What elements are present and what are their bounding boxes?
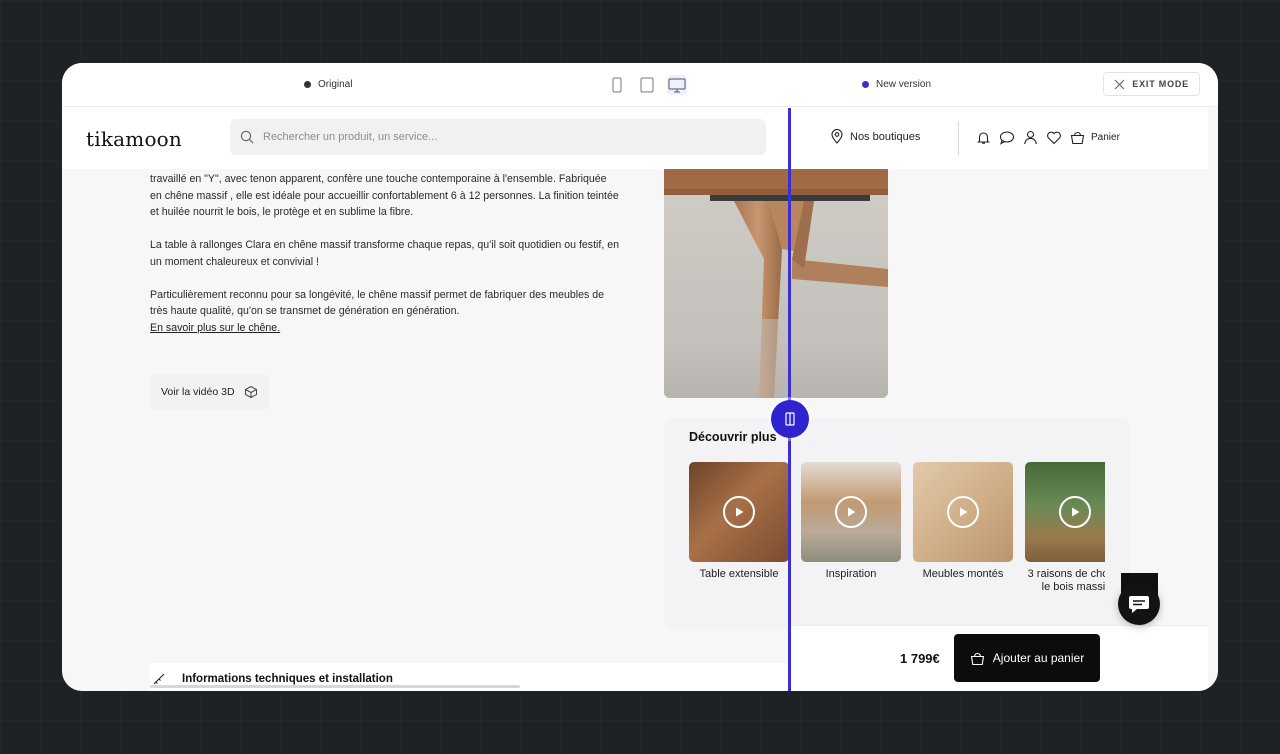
chat-support-button[interactable] bbox=[1118, 583, 1160, 625]
site-header: tikamoon Nos boutiques Panier bbox=[62, 107, 1208, 169]
search-bar[interactable] bbox=[230, 119, 766, 155]
scroll-progress-bar bbox=[150, 685, 520, 688]
play-icon bbox=[835, 496, 867, 528]
desktop-icon[interactable] bbox=[667, 75, 687, 95]
close-icon bbox=[1114, 79, 1125, 89]
ruler-icon bbox=[153, 673, 165, 685]
video-thumbnail bbox=[801, 462, 901, 562]
search-input[interactable] bbox=[263, 131, 743, 143]
compare-frame: Original New version EXIT MODE tikamoon bbox=[62, 63, 1218, 691]
video-thumbnail bbox=[913, 462, 1013, 562]
site-logo[interactable]: tikamoon bbox=[86, 127, 182, 151]
mobile-icon[interactable] bbox=[607, 75, 627, 95]
table-leg-photo bbox=[664, 169, 888, 398]
video-card-label: Meubles montés bbox=[922, 568, 1004, 580]
play-icon bbox=[947, 496, 979, 528]
description-paragraph: Particulièrement reconnu pour sa longévi… bbox=[150, 288, 605, 318]
play-icon bbox=[1059, 496, 1091, 528]
location-pin-icon bbox=[831, 129, 843, 144]
user-icon[interactable] bbox=[1023, 130, 1038, 145]
video-card-label: 3 raisons de choisir le bois massif bbox=[1027, 568, 1105, 593]
video-card-label: Table extensible bbox=[699, 568, 779, 580]
cube-3d-icon bbox=[244, 385, 257, 399]
video-thumbnail bbox=[1025, 462, 1105, 562]
new-version-dot bbox=[862, 81, 869, 88]
video-card[interactable]: Meubles montés bbox=[913, 462, 1013, 581]
video-thumbnail bbox=[689, 462, 789, 562]
play-icon bbox=[723, 496, 755, 528]
tablet-icon[interactable] bbox=[637, 75, 657, 95]
add-to-cart-button[interactable]: Ajouter au panier bbox=[954, 634, 1100, 682]
video-card-label: Inspiration bbox=[825, 568, 877, 580]
comparison-drag-handle[interactable] bbox=[771, 400, 809, 438]
description-paragraph: travaillé en "Y", avec tenon apparent, c… bbox=[150, 173, 619, 218]
discover-title: Découvrir plus bbox=[689, 430, 777, 444]
bell-icon[interactable] bbox=[976, 130, 991, 145]
compare-toolbar: Original New version EXIT MODE bbox=[62, 63, 1218, 107]
video-3d-button[interactable]: Voir la vidéo 3D bbox=[150, 374, 269, 410]
original-dot bbox=[304, 81, 311, 88]
stores-link[interactable]: Nos boutiques bbox=[831, 129, 920, 144]
exit-mode-button[interactable]: EXIT MODE bbox=[1103, 72, 1200, 96]
chat-bubble-icon bbox=[1129, 596, 1149, 613]
drag-handle-icon bbox=[785, 412, 795, 426]
cart-link[interactable]: Panier bbox=[1070, 130, 1120, 145]
original-label: Original bbox=[304, 79, 352, 90]
discover-carousel: Table extensible Inspiration Meubles mon… bbox=[689, 462, 1105, 602]
header-actions: Panier bbox=[976, 130, 1120, 145]
video-card[interactable]: 3 raisons de choisir le bois massif bbox=[1025, 462, 1105, 593]
chat-icon[interactable] bbox=[999, 130, 1015, 145]
basket-icon bbox=[970, 652, 984, 665]
search-icon bbox=[240, 130, 254, 144]
new-version-label: New version bbox=[862, 79, 931, 90]
device-switcher bbox=[607, 75, 687, 95]
heart-icon[interactable] bbox=[1046, 130, 1062, 145]
description-paragraph: La table à rallonges Clara en chêne mass… bbox=[150, 239, 620, 268]
learn-more-oak-link[interactable]: En savoir plus sur le chêne. bbox=[150, 322, 280, 334]
product-image bbox=[664, 169, 888, 398]
video-card[interactable]: Inspiration bbox=[801, 462, 901, 581]
product-description: travaillé en "Y", avec tenon apparent, c… bbox=[150, 171, 620, 336]
product-price: 1 799€ bbox=[900, 651, 940, 666]
basket-icon bbox=[1070, 132, 1085, 145]
video-card[interactable]: Table extensible bbox=[689, 462, 789, 581]
header-divider bbox=[958, 121, 959, 155]
discover-section: Découvrir plus Table extensible Inspirat… bbox=[664, 418, 1130, 628]
